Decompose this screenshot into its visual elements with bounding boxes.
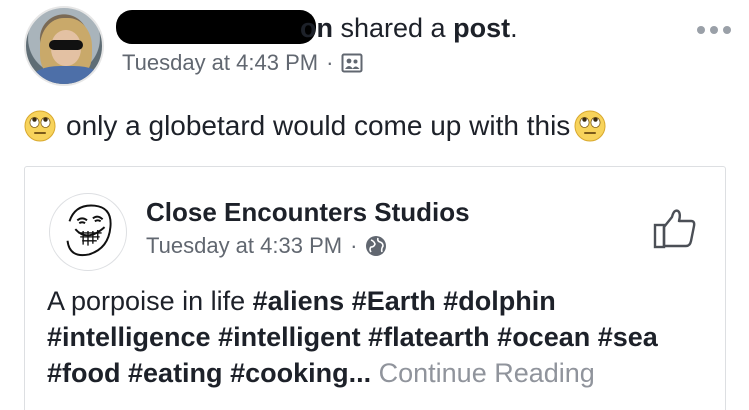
hashtag[interactable]: #cooking bbox=[230, 358, 349, 388]
post-body: only a globetard would come up with this bbox=[24, 108, 606, 144]
redacted-author-name bbox=[116, 10, 316, 44]
eye-roll-emoji-icon bbox=[574, 110, 606, 142]
shared-post-card[interactable]: Close Encounters Studios Tuesday at 4:33… bbox=[24, 166, 726, 410]
shared-label: shared a bbox=[333, 13, 454, 43]
author-avatar[interactable] bbox=[24, 6, 104, 86]
ellipsis: ... bbox=[348, 358, 372, 388]
shared-post-meta: Tuesday at 4:33 PM · bbox=[146, 233, 387, 259]
post-header: on shared a post. bbox=[300, 12, 518, 44]
hashtag[interactable]: #intelligence bbox=[47, 322, 211, 352]
post-text: only a globetard would come up with this bbox=[66, 110, 571, 141]
page-avatar-troll-face-icon[interactable] bbox=[49, 193, 127, 271]
shared-post-timestamp[interactable]: Tuesday at 4:33 PM bbox=[146, 233, 342, 259]
more-options-icon[interactable] bbox=[697, 24, 731, 36]
globe-icon[interactable] bbox=[365, 235, 387, 257]
post-meta: Tuesday at 4:43 PM · bbox=[122, 50, 363, 76]
eye-roll-emoji-icon bbox=[24, 110, 56, 142]
hashtag[interactable]: #intelligent bbox=[218, 322, 361, 352]
hashtag[interactable]: #ocean bbox=[497, 322, 590, 352]
hashtag[interactable]: #sea bbox=[598, 322, 658, 352]
header-period: . bbox=[510, 13, 518, 43]
hashtag[interactable]: #food bbox=[47, 358, 121, 388]
hashtag[interactable]: #dolphin bbox=[443, 286, 555, 316]
friends-audience-icon[interactable] bbox=[341, 52, 363, 74]
hashtag[interactable]: #Earth bbox=[352, 286, 436, 316]
page-name[interactable]: Close Encounters Studios bbox=[146, 197, 470, 228]
shared-text-plain: A porpoise in life bbox=[47, 286, 253, 316]
post-timestamp[interactable]: Tuesday at 4:43 PM bbox=[122, 50, 318, 76]
meta-separator: · bbox=[326, 50, 334, 75]
continue-reading-link[interactable]: Continue Reading bbox=[379, 358, 595, 388]
like-page-icon[interactable] bbox=[653, 207, 697, 251]
hashtag[interactable]: #eating bbox=[128, 358, 223, 388]
hashtag[interactable]: #flatearth bbox=[368, 322, 490, 352]
shared-post: on shared a post. Tuesday at 4:43 PM · o… bbox=[0, 0, 749, 410]
meta-separator: · bbox=[350, 233, 358, 258]
author-name-tail[interactable]: on bbox=[300, 13, 333, 43]
post-link[interactable]: post bbox=[453, 13, 510, 43]
hashtag[interactable]: #aliens bbox=[253, 286, 345, 316]
shared-post-text: A porpoise in life #aliens #Earth #dolph… bbox=[47, 283, 717, 391]
